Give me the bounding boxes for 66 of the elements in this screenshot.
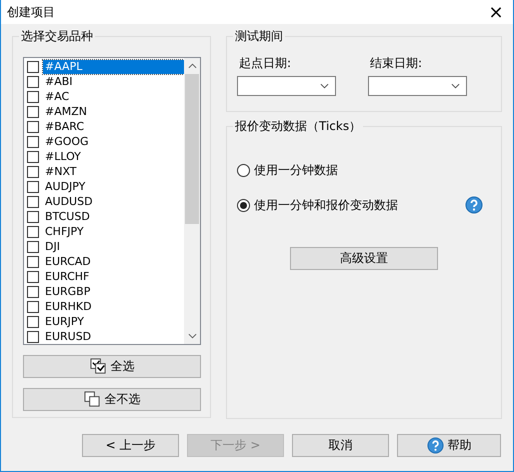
group-label: 测试期间 (233, 29, 285, 43)
radio-button[interactable] (237, 198, 250, 212)
checkbox[interactable] (27, 106, 39, 118)
list-item[interactable]: EURUSD (43, 330, 184, 344)
checkbox[interactable] (27, 76, 39, 88)
list-item[interactable]: EURHKD (43, 300, 184, 314)
list-item[interactable]: EURCAD (43, 254, 184, 268)
scroll-down-icon[interactable] (188, 333, 196, 339)
checkbox[interactable] (27, 210, 39, 222)
list-item[interactable]: DJI (43, 240, 184, 254)
list-item[interactable]: AUDJPY (43, 180, 184, 194)
checkbox[interactable] (27, 180, 39, 192)
field-label: 起点日期: (238, 55, 292, 72)
footer-button[interactable]: < 上一步 (82, 434, 179, 457)
window-title: 创建项目 (7, 4, 55, 20)
scroll-up-icon[interactable] (188, 63, 196, 69)
checkbox[interactable] (27, 256, 39, 268)
radio-button[interactable] (237, 164, 250, 176)
empty-checkboxes-icon (84, 391, 100, 408)
list-item[interactable]: EURCHF (43, 270, 184, 284)
checkbox[interactable] (27, 226, 39, 238)
list-item[interactable]: #AAPL (43, 60, 184, 74)
list-item[interactable]: #BARC (43, 120, 184, 134)
list-item[interactable]: #NXT (43, 164, 184, 178)
checkbox[interactable] (27, 316, 39, 328)
radio-label[interactable]: 使用一分钟和报价变动数据 (254, 196, 398, 214)
list-item[interactable]: BTCUSD (43, 210, 184, 224)
footer-button[interactable]: 取消 (292, 434, 389, 457)
help-icon (426, 437, 444, 454)
list-item[interactable]: #AC (43, 90, 184, 104)
group-label: 报价变动数据（Ticks） (233, 119, 364, 133)
group-label: 选择交易品种 (19, 29, 95, 43)
list-item[interactable]: EURJPY (43, 314, 184, 328)
footer-button[interactable]: 帮助 (397, 434, 501, 457)
checkboxes-icon (90, 358, 106, 375)
list-item[interactable]: #GOOG (43, 134, 184, 148)
deselect-all-button[interactable]: 全不选 (23, 388, 201, 411)
checkbox[interactable] (27, 166, 39, 178)
chevron-down-icon (451, 83, 460, 89)
select-all-button[interactable]: 全选 (23, 355, 201, 378)
list-item[interactable]: #LLOY (43, 150, 184, 164)
scrollbar[interactable] (184, 58, 200, 344)
help-icon[interactable] (465, 196, 483, 214)
checkbox[interactable] (27, 196, 39, 208)
field-label: 结束日期: (369, 55, 424, 72)
checkbox[interactable] (27, 136, 39, 148)
checkbox[interactable] (27, 90, 39, 102)
checkbox[interactable] (27, 150, 39, 162)
list-item[interactable]: EURGBP (43, 284, 184, 298)
checkbox[interactable] (27, 60, 39, 72)
close-button[interactable]: × (479, 0, 513, 24)
list-item[interactable]: AUDUSD (43, 194, 184, 208)
list-item[interactable]: #ABI (43, 74, 184, 88)
advanced-settings-button[interactable]: 高级设置 (290, 247, 438, 270)
checkbox[interactable] (27, 330, 39, 342)
chevron-down-icon (320, 83, 329, 89)
checkbox[interactable] (27, 240, 39, 252)
list-item[interactable]: CHFJPY (43, 224, 184, 238)
checkbox[interactable] (27, 270, 39, 282)
radio-label[interactable]: 使用一分钟数据 (254, 162, 338, 178)
checkbox[interactable] (27, 120, 39, 132)
checkbox[interactable] (27, 300, 39, 312)
start-date-dropdown[interactable] (237, 76, 336, 96)
end-date-dropdown[interactable] (368, 76, 467, 96)
checkbox[interactable] (27, 286, 39, 298)
list-item[interactable]: #AMZN (43, 104, 184, 118)
